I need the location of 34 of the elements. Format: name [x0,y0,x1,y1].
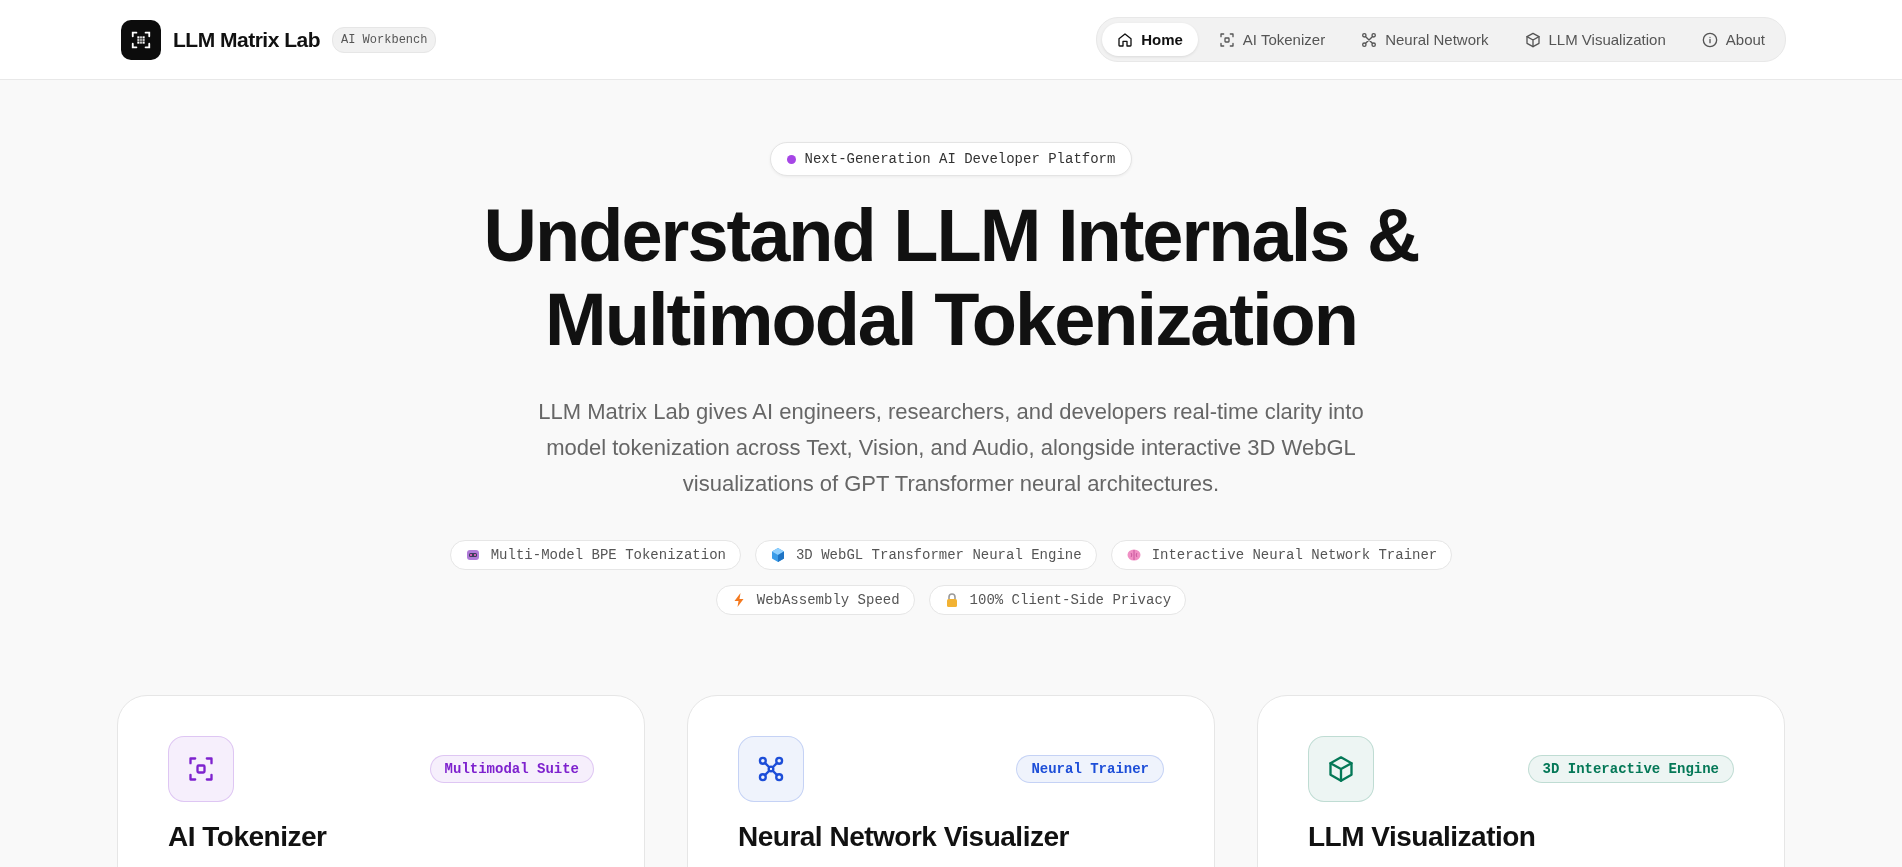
hero-title: Understand LLM Internals & Multimodal Tokenization [483,194,1419,362]
card-tag: Neural Trainer [1016,755,1164,783]
robot-icon [464,547,481,563]
badge-text: Next-Generation AI Developer Platform [804,151,1116,167]
cube-icon [1524,31,1541,48]
card-title: Neural Network Visualizer [738,820,1070,854]
chip-label: 3D WebGL Transformer Neural Engine [795,547,1082,563]
nav-tab[interactable]: About [1686,23,1780,56]
nav-tab[interactable]: AI Tokenizer [1203,23,1341,56]
chip-label: 100% Client-Side Privacy [969,592,1172,608]
home-icon [1117,31,1134,48]
card-title: LLM Visualization [1308,820,1537,854]
nav-tab[interactable]: Neural Network [1346,23,1504,56]
feature-card[interactable]: 3D Interactive Engine LLM Visualization [1257,695,1785,867]
chip-label: Interactive Neural Network Trainer [1151,547,1438,563]
brand-name[interactable]: LLM Matrix Lab [173,27,320,52]
card-tag: Multimodal Suite [429,755,594,783]
chip-label: WebAssembly Speed [756,592,900,608]
logo-icon[interactable] [121,19,161,60]
nav-tab[interactable]: Home [1102,23,1198,56]
card-title: AI Tokenizer [168,820,328,854]
feature-card[interactable]: Multimodal Suite AI Tokenizer [117,695,645,867]
info-icon [1701,31,1718,48]
network-icon [1361,31,1378,48]
brain-icon [1125,547,1142,563]
nav-tab[interactable]: LLM Visualization [1509,23,1681,56]
brand-tag: AI Workbench [332,26,437,53]
scan-icon [1218,31,1235,48]
cube-icon [769,547,786,563]
hero-description: LLM Matrix Lab gives AI engineers, researchers, and developers real-time clarity into model tokenization across Text, Vision, and Audio, alongside interactive 3D WebGL visualizations of GPT Transformer neural architectures. [537,398,1365,498]
card-tag: 3D Interactive Engine [1527,755,1734,783]
chip-label: Multi-Model BPE Tokenization [490,547,726,563]
status-dot-icon [786,154,796,164]
feature-card[interactable]: Neural Trainer Neural Network Visualizer [687,695,1215,867]
